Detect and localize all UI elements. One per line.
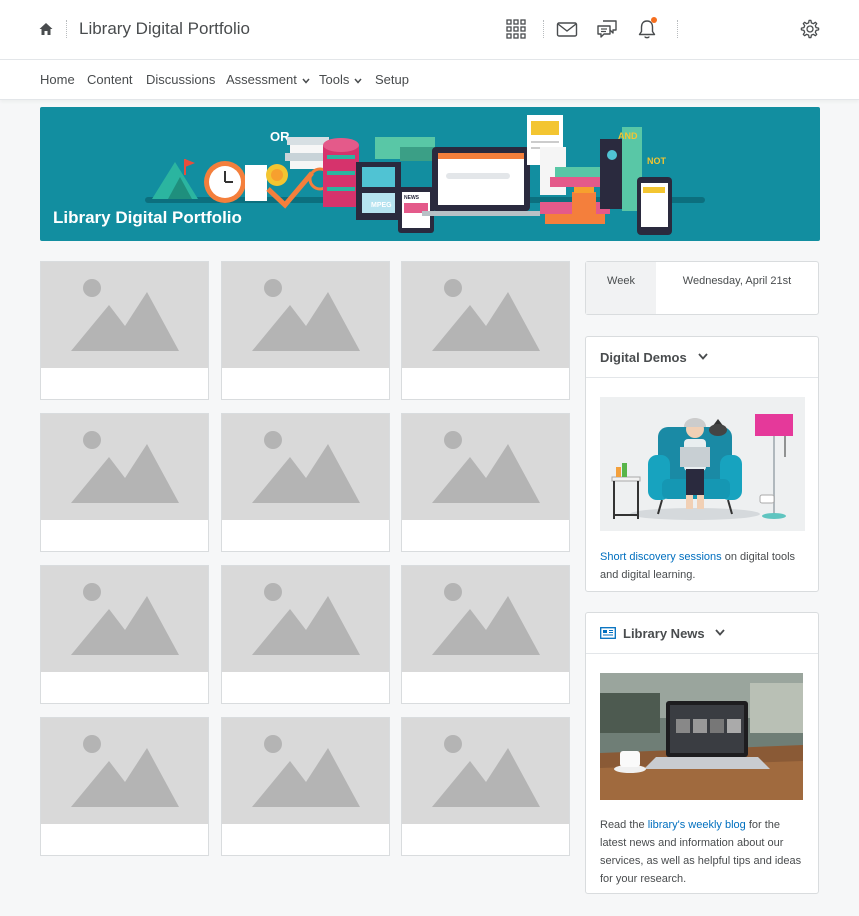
weekly-blog-link[interactable]: library's weekly blog — [648, 819, 746, 831]
image-placeholder-icon — [252, 583, 360, 655]
digital-demos-illustration — [600, 397, 805, 531]
top-bar: Library Digital Portfolio — [0, 0, 859, 60]
discovery-sessions-link[interactable]: Short discovery sessions — [600, 551, 722, 563]
apps-grid-icon[interactable] — [505, 18, 527, 40]
image-placeholder-icon — [432, 431, 540, 503]
nav-item-label: Content — [87, 72, 133, 87]
nav-bar: Home Content Discussions Assessment Tool… — [0, 60, 859, 100]
content-tile[interactable] — [401, 717, 570, 856]
separator — [543, 20, 544, 38]
content-tile[interactable] — [40, 261, 209, 400]
newspaper-icon — [600, 627, 616, 639]
widget-description: Short discovery sessions on digital tool… — [600, 548, 806, 584]
chevron-down-icon[interactable] — [698, 353, 708, 360]
library-news-widget: Library News Read the library's weekly b… — [585, 612, 819, 894]
calendar-widget: Week Wednesday, April 21st — [585, 261, 819, 315]
content-tile[interactable] — [401, 413, 570, 552]
banner-title: Library Digital Portfolio — [53, 208, 242, 227]
calendar-date: Wednesday, April 21st — [682, 275, 792, 287]
widget-title: Digital Demos — [600, 350, 687, 365]
content-tile[interactable] — [401, 261, 570, 400]
svg-text:MPEG: MPEG — [371, 202, 392, 209]
image-placeholder-icon — [71, 583, 179, 655]
svg-text:AND: AND — [618, 131, 638, 141]
image-placeholder-icon — [71, 279, 179, 351]
notification-dot — [651, 17, 657, 23]
mail-icon[interactable] — [556, 18, 578, 40]
image-placeholder-icon — [71, 431, 179, 503]
nav-item-tools[interactable]: Tools — [319, 72, 362, 87]
svg-text:NOT: NOT — [647, 156, 667, 166]
content-tile[interactable] — [401, 565, 570, 704]
chat-icon[interactable] — [596, 18, 618, 40]
content-tile[interactable] — [40, 717, 209, 856]
separator — [66, 20, 67, 38]
chevron-down-icon[interactable] — [715, 629, 725, 636]
widget-description: Read the library's weekly blog for the l… — [600, 816, 806, 888]
content-tile[interactable] — [221, 413, 390, 552]
calendar-week-tab[interactable]: Week — [586, 262, 656, 314]
widget-header: Library News — [586, 613, 818, 654]
widget-header: Digital Demos — [586, 337, 818, 378]
content-tile[interactable] — [40, 413, 209, 552]
image-placeholder-icon — [252, 279, 360, 351]
image-placeholder-icon — [432, 279, 540, 351]
chevron-down-icon — [354, 78, 362, 84]
content-tile[interactable] — [221, 565, 390, 704]
content-tile[interactable] — [221, 717, 390, 856]
nav-item-label: Assessment — [226, 72, 297, 87]
chevron-down-icon — [302, 78, 310, 84]
image-placeholder-icon — [432, 735, 540, 807]
nav-item-assessment[interactable]: Assessment — [226, 72, 310, 87]
description-text: Read the — [600, 819, 648, 831]
nav-item-label: Discussions — [146, 72, 216, 87]
image-placeholder-icon — [432, 583, 540, 655]
nav-item-label: Home — [40, 72, 75, 87]
nav-item-discussions[interactable]: Discussions — [146, 72, 215, 87]
content-tile[interactable] — [221, 261, 390, 400]
course-banner: OR MPEG NEWS AND NOT Library Digital Por… — [40, 107, 820, 241]
image-placeholder-icon — [252, 735, 360, 807]
home-icon[interactable] — [38, 21, 54, 37]
nav-item-setup[interactable]: Setup — [375, 72, 409, 87]
nav-item-home[interactable]: Home — [40, 72, 75, 87]
separator — [677, 20, 678, 38]
laptop-photo — [600, 673, 803, 800]
widget-title: Library News — [623, 626, 705, 641]
nav-item-label: Setup — [375, 72, 409, 87]
svg-text:NEWS: NEWS — [404, 195, 420, 201]
gear-icon[interactable] — [799, 18, 821, 40]
nav-item-label: Tools — [319, 72, 350, 87]
digital-demos-widget: Digital Demos Short discovery sessions o… — [585, 336, 819, 592]
app-title[interactable]: Library Digital Portfolio — [79, 19, 250, 39]
content-tile[interactable] — [40, 565, 209, 704]
nav-item-content[interactable]: Content — [87, 72, 133, 87]
image-placeholder-icon — [71, 735, 179, 807]
image-placeholder-icon — [252, 431, 360, 503]
